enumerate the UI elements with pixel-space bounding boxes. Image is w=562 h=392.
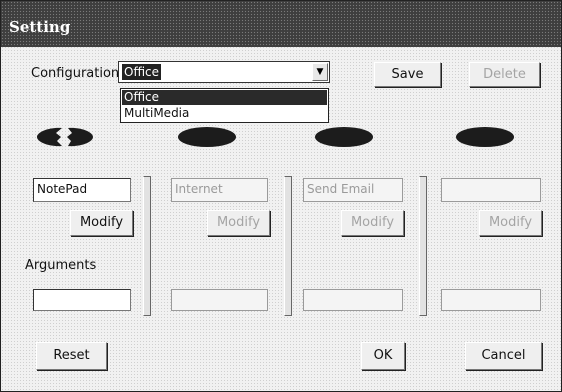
- configuration-label: Configuration: [31, 66, 120, 81]
- arguments-label: Arguments: [25, 258, 97, 273]
- program-field-2[interactable]: Internet: [171, 178, 268, 202]
- save-button[interactable]: Save: [374, 62, 441, 87]
- reset-button[interactable]: Reset: [36, 342, 107, 370]
- configuration-selected-value: Office: [122, 64, 162, 80]
- program-field-1[interactable]: NotePad: [33, 178, 131, 202]
- title-bar: Setting: [1, 1, 561, 47]
- arguments-field-1[interactable]: [33, 289, 131, 311]
- cancel-button[interactable]: Cancel: [465, 342, 542, 370]
- column-separator: [419, 176, 427, 316]
- ok-button[interactable]: OK: [361, 342, 405, 370]
- arguments-field-4[interactable]: [441, 289, 541, 311]
- configuration-dropdown-list: Office MultiMedia: [120, 88, 329, 123]
- window-title: Setting: [9, 18, 71, 36]
- delete-button[interactable]: Delete: [469, 62, 540, 87]
- link-indicator-icon: [178, 127, 236, 147]
- link-indicator-icon: [456, 127, 514, 147]
- setting-dialog: Setting Configuration Office ▼ Office Mu…: [0, 0, 562, 392]
- dropdown-arrow-icon[interactable]: ▼: [312, 63, 328, 81]
- modify-button-3[interactable]: Modify: [341, 210, 404, 236]
- link-indicator-icon: [315, 127, 373, 147]
- arguments-field-2[interactable]: [171, 289, 268, 311]
- configuration-option-multimedia[interactable]: MultiMedia: [122, 106, 327, 121]
- modify-button-1[interactable]: Modify: [70, 210, 133, 236]
- configuration-option-office[interactable]: Office: [122, 90, 327, 105]
- broken-link-indicator-icon: [37, 127, 93, 147]
- modify-button-4[interactable]: Modify: [479, 210, 542, 236]
- modify-button-2[interactable]: Modify: [207, 210, 270, 236]
- arguments-field-3[interactable]: [303, 289, 403, 311]
- column-separator: [143, 176, 151, 316]
- configuration-select[interactable]: Office ▼: [118, 61, 330, 83]
- program-field-4[interactable]: [441, 178, 541, 202]
- program-field-3[interactable]: Send Email: [303, 178, 403, 202]
- column-separator: [284, 176, 292, 316]
